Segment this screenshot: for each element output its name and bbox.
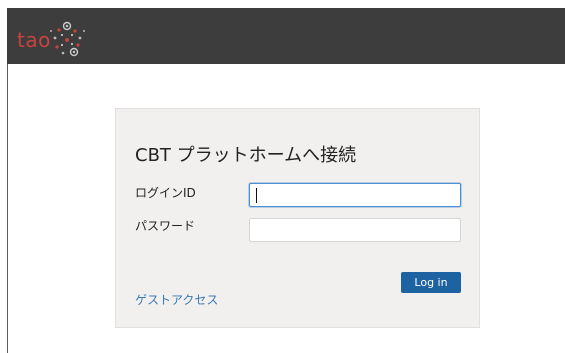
- login-card: CBT プラットホームへ接続 ログインID パスワード Log in ゲストアク…: [115, 108, 480, 328]
- password-input[interactable]: [249, 218, 461, 242]
- tao-logo[interactable]: tao: [17, 20, 97, 60]
- app-header: tao: [7, 8, 565, 64]
- top-margin: [7, 0, 565, 8]
- page: tao CBT プラットホームへ接続 ログインID パスワード Log in ゲ…: [0, 0, 565, 353]
- login-id-label: ログインID: [135, 186, 196, 200]
- password-label: パスワード: [135, 219, 196, 233]
- logo-text: tao: [17, 28, 51, 52]
- logo-burst-icon: [50, 21, 85, 57]
- text-cursor: [256, 188, 257, 203]
- login-id-input[interactable]: [249, 183, 461, 207]
- guest-access-link[interactable]: ゲストアクセス: [135, 291, 218, 308]
- login-button[interactable]: Log in: [401, 272, 461, 293]
- login-title: CBT プラットホームへ接続: [135, 145, 357, 166]
- left-border: [7, 64, 8, 353]
